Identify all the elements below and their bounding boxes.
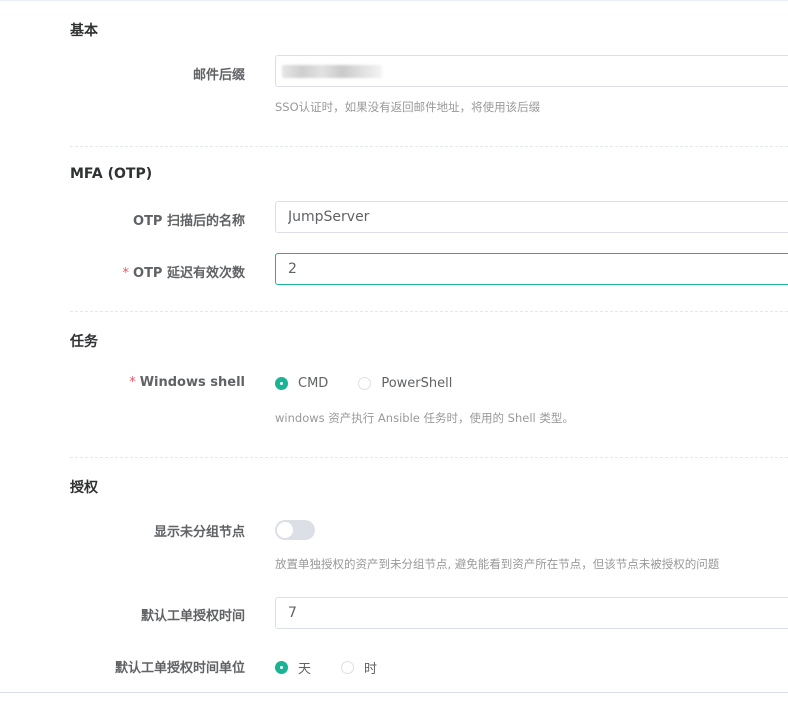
radio-cmd-label: CMD: [298, 376, 329, 391]
show-ungroup-node-switch[interactable]: [275, 520, 315, 540]
bottom-border: [0, 692, 788, 693]
radio-checked-icon: [275, 661, 288, 674]
section-title-basic: 基本: [70, 23, 98, 39]
section-title-auth: 授权: [70, 480, 98, 496]
required-marker: *: [122, 266, 130, 281]
section-divider: [70, 457, 788, 458]
radio-hour-label: 时: [364, 662, 378, 677]
radio-day-label: 天: [298, 662, 312, 677]
ticket-auth-time-label: 默认工单授权时间: [140, 609, 245, 624]
windows-shell-label: * Windows shell: [129, 375, 245, 390]
otp-issuer-input[interactable]: [275, 201, 788, 233]
section-title-task: 任务: [70, 334, 98, 350]
switch-knob: [277, 522, 293, 538]
radio-hour[interactable]: 时: [341, 658, 377, 677]
email-suffix-help: SSO认证时，如果没有返回邮件地址，将使用该后缀: [275, 100, 541, 114]
required-marker: *: [129, 375, 136, 390]
radio-unchecked-icon: [341, 661, 355, 674]
windows-shell-radio-group: CMD PowerShell: [275, 376, 482, 391]
radio-powershell[interactable]: PowerShell: [358, 376, 452, 391]
top-border: [0, 0, 788, 1]
otp-valid-window-label-text: OTP 延迟有效次数: [133, 266, 245, 281]
section-title-mfa: MFA (OTP): [70, 166, 153, 182]
otp-issuer-label: OTP 扫描后的名称: [133, 214, 245, 229]
otp-valid-window-input[interactable]: [275, 253, 788, 285]
windows-shell-help: windows 资产执行 Ansible 任务时，使用的 Shell 类型。: [275, 411, 574, 425]
show-ungroup-node-label: 显示未分组节点: [153, 525, 245, 540]
windows-shell-label-text: Windows shell: [139, 375, 245, 390]
section-divider: [70, 146, 788, 147]
radio-powershell-label: PowerShell: [381, 376, 453, 391]
ticket-auth-time-input[interactable]: [275, 597, 788, 629]
email-suffix-redacted-value: [282, 65, 382, 78]
radio-cmd[interactable]: CMD: [275, 376, 328, 391]
ticket-auth-unit-radio-group: 天 时: [275, 658, 407, 677]
email-suffix-label: 邮件后缀: [192, 68, 245, 83]
section-divider: [70, 311, 788, 312]
radio-day[interactable]: 天: [275, 658, 311, 677]
show-ungroup-node-help: 放置单独授权的资产到未分组节点, 避免能看到资产所在节点，但该节点未被授权的问题: [275, 557, 720, 571]
ticket-auth-unit-label: 默认工单授权时间单位: [114, 661, 245, 676]
radio-unchecked-icon: [358, 377, 372, 390]
otp-valid-window-label: * OTP 延迟有效次数: [123, 262, 245, 281]
radio-checked-icon: [275, 377, 288, 390]
